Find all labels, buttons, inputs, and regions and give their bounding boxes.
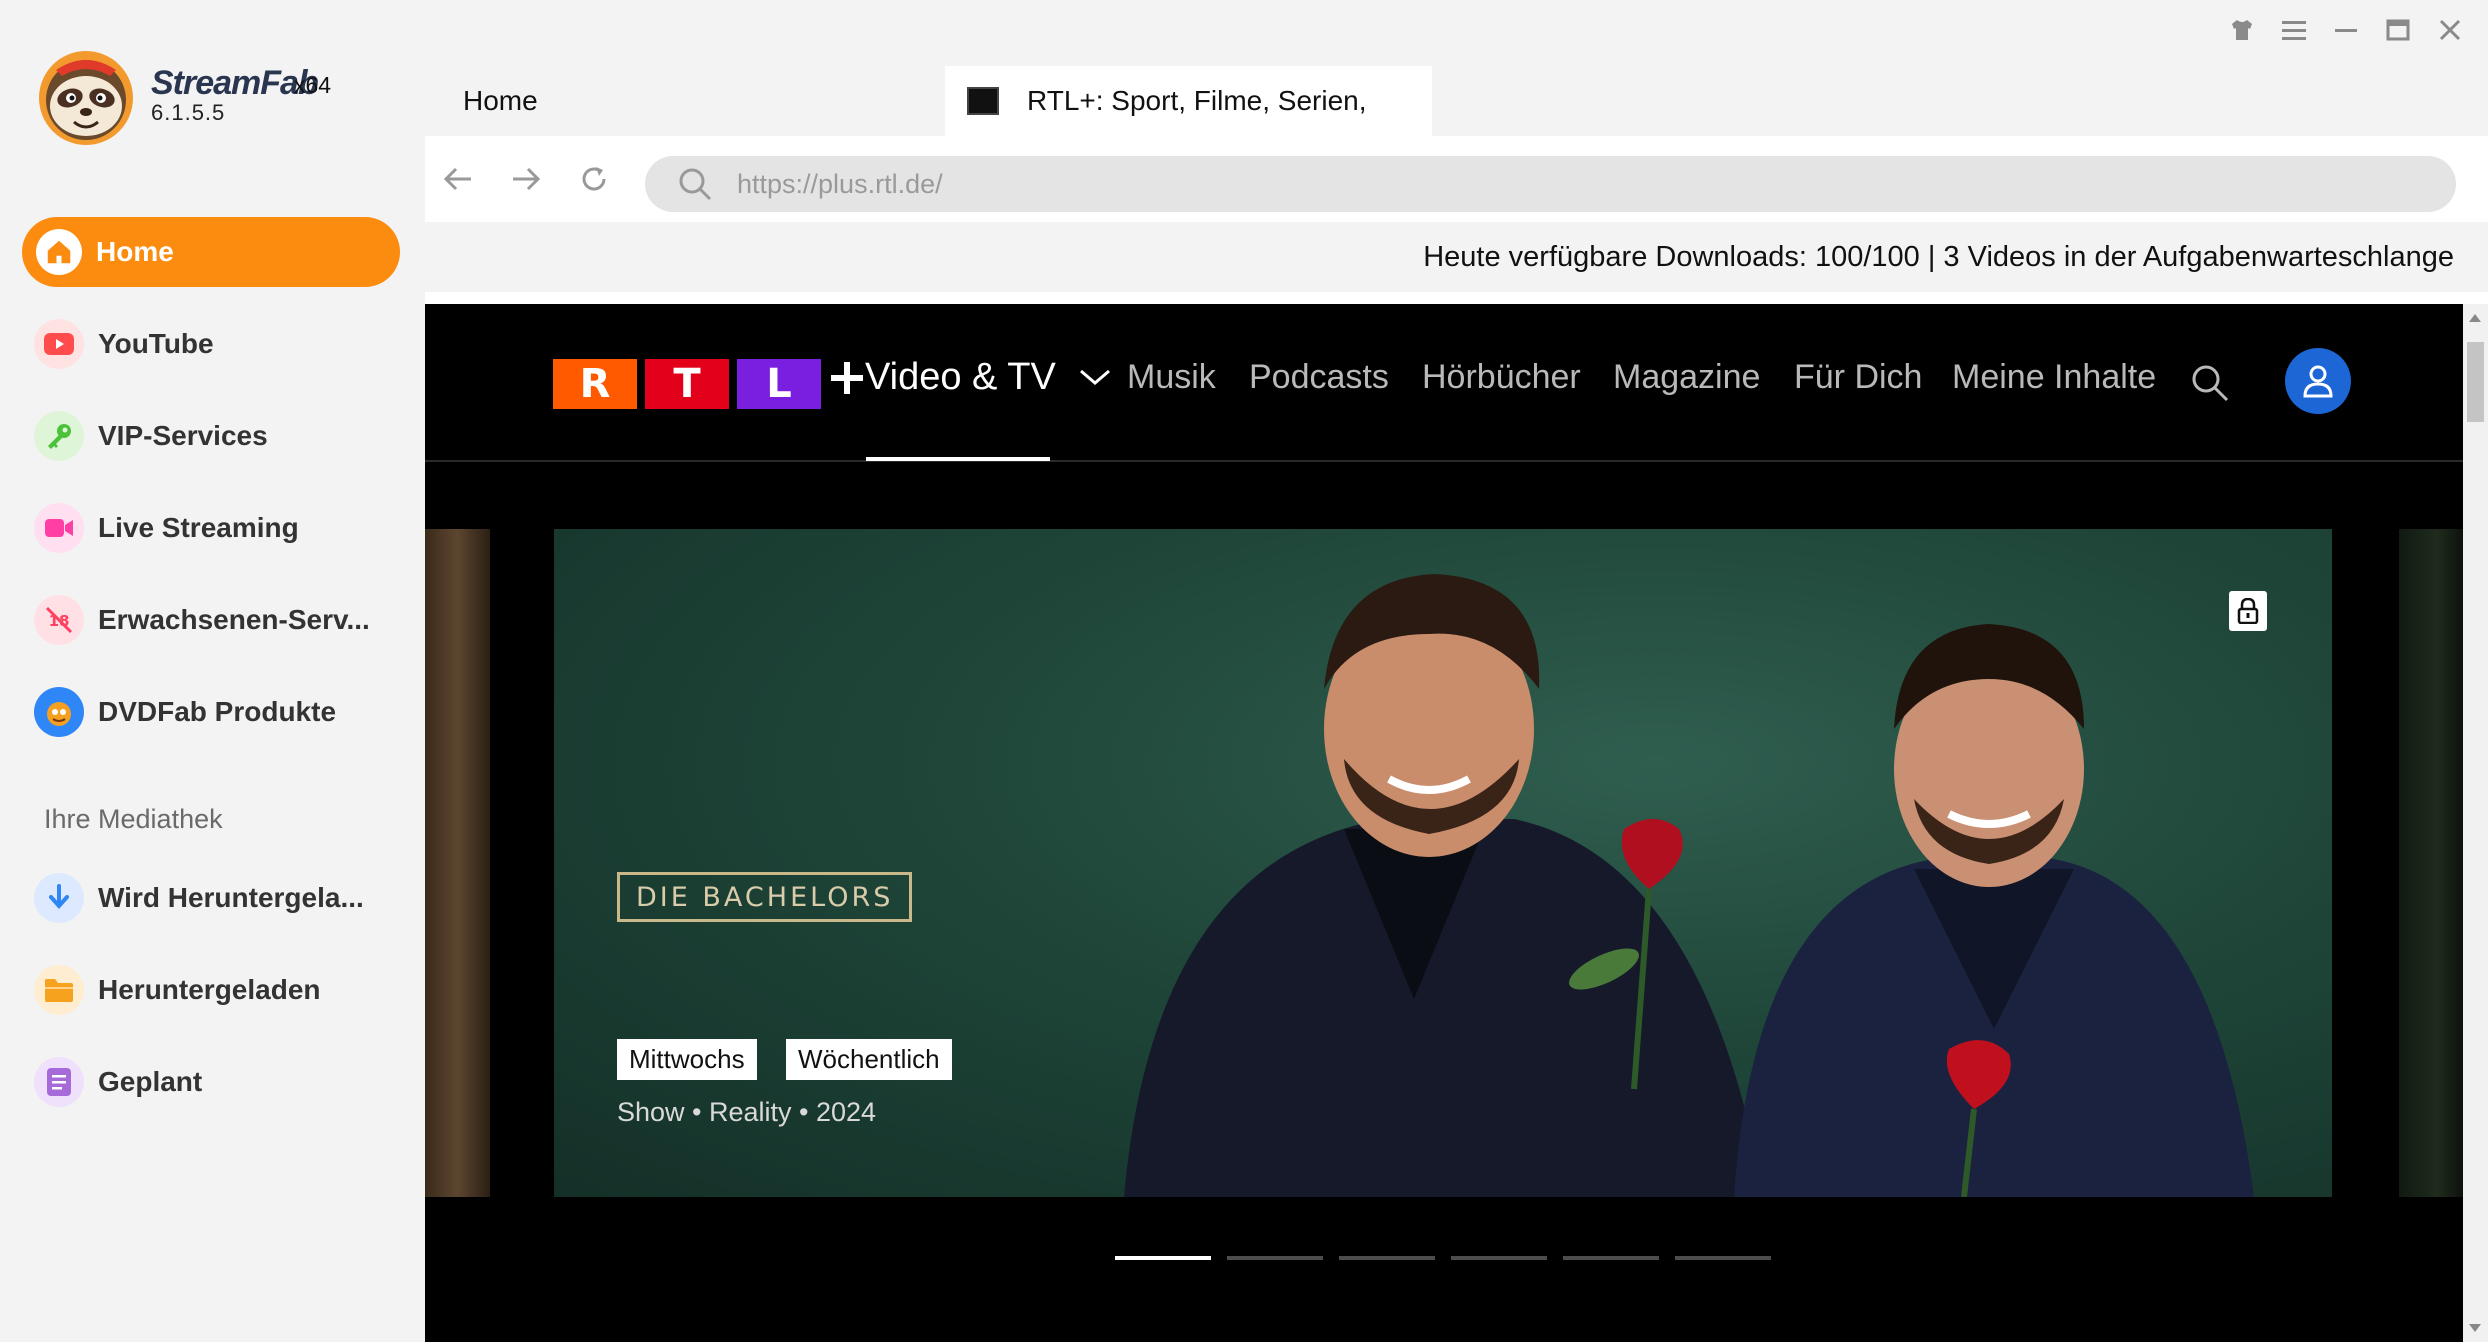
nav-magazine[interactable]: Magazine: [1613, 358, 1760, 397]
folder-icon: [34, 965, 84, 1015]
page-scrollbar[interactable]: [2463, 304, 2488, 1342]
sidebar-item-dvdfab-products[interactable]: DVDFab Produkte: [22, 677, 400, 747]
dvdfab-icon: [34, 687, 84, 737]
url-input[interactable]: [737, 168, 2337, 200]
tab-label: Home: [463, 85, 538, 116]
window-controls: [2226, 14, 2466, 46]
url-box: [645, 156, 2456, 212]
sidebar-item-label: Heruntergeladen: [98, 974, 321, 1005]
reload-icon: [582, 167, 606, 191]
sidebar-item-label: Erwachsenen-Serv...: [98, 604, 370, 635]
tab-home[interactable]: Home: [463, 66, 538, 136]
video-camera-icon: [34, 503, 84, 553]
sidebar-item-home[interactable]: Home: [22, 217, 400, 287]
sidebar-item-label: Wird Heruntergela...: [98, 882, 364, 913]
app-arch: x64: [294, 72, 332, 98]
app-name: StreamFab: [151, 64, 319, 102]
profile-button[interactable]: [2285, 348, 2351, 414]
web-view: R T L Video & TV Musik Podcasts Hörbüche…: [425, 304, 2463, 1342]
download-arrow-icon: [34, 873, 84, 923]
show-title-logo: DIE BACHELORS: [617, 872, 913, 922]
sloth-logo-icon: [39, 51, 133, 145]
tab-rtl-plus[interactable]: RTL+: Sport, Filme, Serien,: [945, 66, 1432, 136]
scroll-thumb[interactable]: [2467, 342, 2484, 422]
sidebar-item-live-streaming[interactable]: Live Streaming: [22, 493, 400, 563]
carousel-dot[interactable]: [1339, 1256, 1435, 1260]
reload-button[interactable]: [573, 158, 615, 200]
title-bar: Home RTL+: Sport, Filme, Serien,: [425, 0, 2488, 136]
adult-blocked-icon: 18: [34, 595, 84, 645]
active-section-underline: [866, 457, 1050, 461]
arrow-left-icon: [443, 167, 471, 191]
download-status-bar: Heute verfügbare Downloads: 100/100 | 3 …: [425, 222, 2488, 292]
arrow-right-icon: [513, 167, 541, 191]
app-brand: StreamFab x64 6.1.5.5: [36, 48, 416, 148]
rtl-logo-l[interactable]: L: [737, 359, 821, 409]
carousel-indicators: [1115, 1256, 1771, 1260]
user-icon: [2303, 365, 2333, 398]
video-tv-label: Video & TV: [865, 356, 1056, 398]
tab-label: RTL+: Sport, Filme, Serien,: [1027, 85, 1367, 116]
sidebar-item-label: VIP-Services: [98, 420, 268, 451]
skin-shirt-icon[interactable]: [2226, 14, 2258, 46]
video-tv-menu[interactable]: Video & TV: [829, 356, 1112, 399]
key-icon: [34, 411, 84, 461]
download-quota-text: Heute verfügbare Downloads: 100/100 | 3 …: [1423, 241, 2454, 273]
chip-frequency: Wöchentlich: [786, 1039, 952, 1080]
youtube-icon: [34, 319, 84, 369]
search-icon: [2192, 365, 2229, 402]
sidebar-item-label: Live Streaming: [98, 512, 299, 543]
scroll-up-icon[interactable]: [2469, 314, 2481, 322]
sidebar-item-label: Home: [96, 236, 174, 267]
scroll-down-icon[interactable]: [2469, 1324, 2481, 1332]
sidebar-item-youtube[interactable]: YouTube: [22, 309, 400, 379]
maximize-icon[interactable]: [2382, 14, 2414, 46]
next-slide-peek[interactable]: [2399, 529, 2463, 1197]
close-icon[interactable]: [2434, 14, 2466, 46]
sidebar: StreamFab x64 6.1.5.5 Home YouTube VIP-S…: [0, 0, 425, 1342]
lock-icon: [2229, 591, 2267, 631]
search-icon: [679, 168, 712, 201]
minimize-icon[interactable]: [2330, 14, 2362, 46]
nav-podcasts[interactable]: Podcasts: [1249, 358, 1389, 397]
sidebar-item-downloaded[interactable]: Heruntergeladen: [22, 955, 400, 1025]
carousel-dot[interactable]: [1563, 1256, 1659, 1260]
nav-musik[interactable]: Musik: [1127, 358, 1216, 397]
home-icon: [36, 229, 82, 275]
nav-meine-inhalte[interactable]: Meine Inhalte: [1952, 358, 2156, 397]
forward-button[interactable]: [505, 158, 547, 200]
back-button[interactable]: [437, 158, 479, 200]
sidebar-item-label: YouTube: [98, 328, 214, 359]
carousel-dot[interactable]: [1115, 1256, 1211, 1260]
chevron-down-icon: [1079, 369, 1110, 385]
carousel-dot[interactable]: [1451, 1256, 1547, 1260]
carousel-dot[interactable]: [1227, 1256, 1323, 1260]
nav-fuer-dich[interactable]: Für Dich: [1794, 358, 1922, 397]
rtl-logo-r[interactable]: R: [553, 359, 637, 409]
sidebar-item-scheduled[interactable]: Geplant: [22, 1047, 400, 1117]
rtl-favicon-icon: [967, 87, 999, 115]
plus-icon: [831, 361, 863, 394]
nav-hoerbuecher[interactable]: Hörbücher: [1422, 358, 1581, 397]
sidebar-item-label: Geplant: [98, 1066, 203, 1097]
library-section-title: Ihre Mediathek: [44, 804, 223, 834]
hero-banner[interactable]: DIE BACHELORS Mittwochs Wöchentlich Show…: [554, 529, 2332, 1197]
show-meta: Show • Reality • 2024: [617, 1097, 877, 1127]
rtl-search-button[interactable]: [2189, 362, 2231, 409]
sidebar-item-label: DVDFab Produkte: [98, 696, 337, 727]
rtl-logo-t[interactable]: T: [645, 359, 729, 409]
app-version: 6.1.5.5: [151, 100, 226, 125]
schedule-list-icon: [34, 1057, 84, 1107]
sidebar-item-downloading[interactable]: Wird Heruntergela...: [22, 863, 400, 933]
sidebar-item-adult-services[interactable]: 18 Erwachsenen-Serv...: [22, 585, 400, 655]
chip-day: Mittwochs: [617, 1039, 757, 1080]
address-bar: [425, 136, 2488, 222]
previous-slide-peek[interactable]: [425, 529, 490, 1197]
rtl-header: R T L Video & TV Musik Podcasts Hörbüche…: [425, 304, 2463, 462]
menu-icon[interactable]: [2278, 14, 2310, 46]
sidebar-item-vip-services[interactable]: VIP-Services: [22, 401, 400, 471]
carousel-dot[interactable]: [1675, 1256, 1771, 1260]
